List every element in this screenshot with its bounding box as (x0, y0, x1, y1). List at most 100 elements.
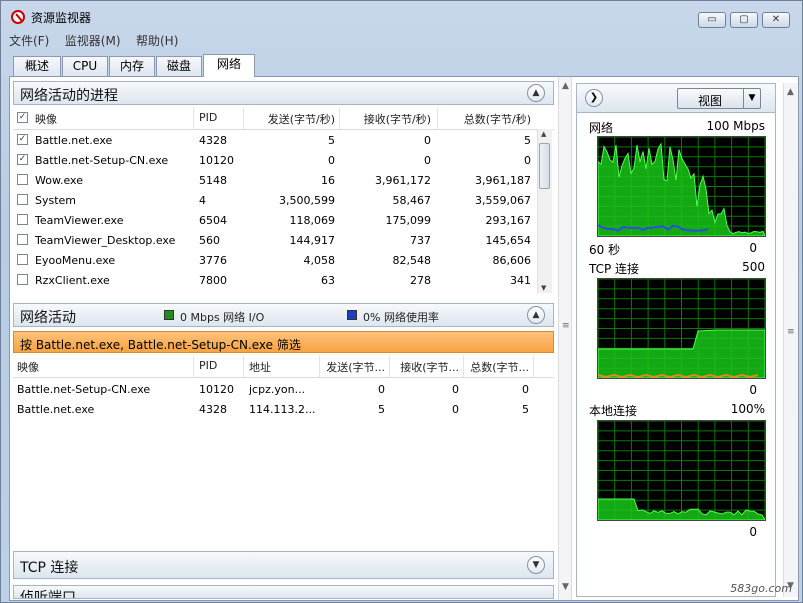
activity-row[interactable]: Battle.net-Setup-CN.exe 10120 jcpz.yon... 0… (13, 380, 535, 400)
process-checkbox[interactable] (17, 214, 28, 225)
column-recv[interactable]: 接收(字节/秒) (339, 111, 431, 127)
graph-network-timespan: 60 秒 (589, 243, 621, 257)
tab-cpu[interactable]: CPU (62, 56, 108, 76)
activity-send: 5 (378, 403, 385, 416)
scroll-down-icon[interactable]: ▼ (562, 582, 569, 592)
window-title: 资源监视器 (31, 11, 92, 25)
column-divider (193, 355, 194, 377)
process-total: 341 (510, 274, 531, 287)
column-divider (243, 355, 244, 377)
processes-section-header[interactable]: 网络活动的进程 ▲ (13, 81, 554, 105)
activity-image: Battle.net-Setup-CN.exe (17, 383, 151, 396)
process-total: 293,167 (485, 214, 532, 227)
column-total[interactable]: 总数(字节/秒) (437, 111, 531, 127)
maximize-button[interactable]: ▢ (730, 12, 758, 28)
graph-network-io-area (598, 142, 765, 236)
process-row[interactable]: System 4 3,500,599 58,467 3,559,067 (13, 191, 535, 211)
process-row[interactable]: TeamViewer_Desktop.exe 560 144,917 737 145,6… (13, 231, 535, 251)
menu-bar: 文件(F) 监视器(M) 帮助(H) (9, 31, 190, 51)
scroll-thumb[interactable] (539, 143, 550, 189)
column-send[interactable]: 发送(字节... (319, 359, 385, 375)
column-recv[interactable]: 接收(字节... (389, 359, 459, 375)
processes-scrollbar[interactable]: ▲ ▼ (537, 129, 552, 293)
column-pid[interactable]: PID (199, 359, 217, 372)
process-checkbox[interactable] (17, 234, 28, 245)
io-legend-swatch (164, 310, 174, 320)
activity-recv: 0 (452, 403, 459, 416)
graph-network-label: 网络 (589, 121, 614, 135)
process-pid: 7800 (199, 274, 227, 287)
process-total: 3,559,067 (475, 194, 531, 207)
column-total[interactable]: 总数(字节... (463, 359, 529, 375)
process-checkbox[interactable]: ✓ (17, 134, 28, 145)
graph-local-max: 100% (730, 402, 765, 416)
scroll-up-icon[interactable]: ▲ (787, 87, 794, 97)
menu-help[interactable]: 帮助(H) (136, 31, 178, 51)
column-pid[interactable]: PID (199, 111, 217, 124)
process-row[interactable]: ✓ Battle.net-Setup-CN.exe 10120 0 0 0 (13, 151, 535, 171)
graphs-scrollbar[interactable]: ▲ ≡ ▼ (783, 83, 798, 597)
tab-disk[interactable]: 磁盘 (156, 56, 202, 76)
scroll-down-icon[interactable]: ▼ (541, 284, 546, 292)
splitter-grip[interactable]: ≡ (787, 327, 795, 337)
tab-overview[interactable]: 概述 (13, 56, 61, 76)
process-pid: 3776 (199, 254, 227, 267)
column-image[interactable]: 映像 (17, 359, 39, 375)
process-recv: 58,467 (392, 194, 432, 207)
process-checkbox[interactable] (17, 274, 28, 285)
process-row[interactable]: TeamViewer.exe 6504 118,069 175,099 293,167 (13, 211, 535, 231)
process-row[interactable]: ✓ Battle.net.exe 4328 5 0 5 (13, 131, 535, 151)
process-checkbox[interactable]: ✓ (17, 154, 28, 165)
select-all-checkbox[interactable]: ✓ (17, 112, 28, 123)
menu-monitor[interactable]: 监视器(M) (65, 31, 121, 51)
minimize-button[interactable]: ▭ (698, 12, 726, 28)
process-image: RzxClient.exe (35, 274, 110, 287)
process-total: 5 (524, 134, 531, 147)
process-row[interactable]: EyooMenu.exe 3776 4,058 82,548 86,606 (13, 251, 535, 271)
process-image: Battle.net.exe (35, 134, 113, 147)
tab-network[interactable]: 网络 (203, 54, 255, 77)
scroll-up-icon[interactable]: ▲ (562, 81, 569, 91)
collapse-up-icon[interactable]: ▲ (527, 84, 545, 102)
process-pid: 4328 (199, 134, 227, 147)
expand-down-icon[interactable]: ▼ (527, 556, 545, 574)
activity-section-header[interactable]: 网络活动 0 Mbps 网络 I/O 0% 网络使用率 ▲ (13, 303, 554, 327)
collapse-up-icon[interactable]: ▲ (527, 306, 545, 324)
graph-tcp (597, 278, 766, 379)
tcp-section-header[interactable]: TCP 连接 ▼ (13, 551, 554, 579)
filter-bar[interactable]: 按 Battle.net.exe, Battle.net-Setup-CN.ex… (13, 331, 554, 353)
process-send: 144,917 (289, 234, 336, 247)
column-address[interactable]: 地址 (249, 359, 271, 375)
column-image[interactable]: 映像 (35, 111, 57, 127)
process-checkbox[interactable] (17, 174, 28, 185)
process-recv: 0 (424, 154, 431, 167)
splitter-grip[interactable]: ≡ (562, 321, 570, 331)
scroll-up-icon[interactable]: ▲ (541, 130, 546, 138)
view-button[interactable]: 视图 ▼ (677, 88, 761, 109)
process-send: 0 (328, 154, 335, 167)
process-checkbox[interactable] (17, 254, 28, 265)
menu-file[interactable]: 文件(F) (9, 31, 49, 51)
process-image: TeamViewer_Desktop.exe (35, 234, 176, 247)
tab-memory[interactable]: 内存 (109, 56, 155, 76)
chevron-down-icon[interactable]: ▼ (743, 89, 760, 108)
process-pid: 6504 (199, 214, 227, 227)
process-row[interactable]: Wow.exe 5148 16 3,961,172 3,961,187 (13, 171, 535, 191)
listen-section-header[interactable]: 侦听端口 (13, 585, 554, 599)
process-send: 63 (321, 274, 335, 287)
activity-address: 114.113.2... (249, 403, 316, 416)
activity-row[interactable]: Battle.net.exe 4328 114.113.2... 5 0 5 (13, 400, 535, 420)
graph-network (597, 136, 766, 237)
process-image: TeamViewer.exe (35, 214, 124, 227)
chevron-right-icon[interactable]: ❯ (585, 89, 603, 107)
column-send[interactable]: 发送(字节/秒) (243, 111, 335, 127)
tab-strip: 概述 CPU 内存 磁盘 网络 (9, 54, 799, 77)
panel-splitter[interactable]: ▲ ≡ ▼ (558, 77, 572, 600)
close-button[interactable]: ✕ (762, 12, 790, 28)
graph-network-max: 100 Mbps (706, 119, 765, 133)
resource-monitor-window: 资源监视器 ▭ ▢ ✕ 文件(F) 监视器(M) 帮助(H) 概述 CPU 内存… (0, 0, 803, 603)
process-checkbox[interactable] (17, 194, 28, 205)
process-row[interactable]: RzxClient.exe 7800 63 278 341 (13, 271, 535, 291)
graphs-header: ❯ 视图 ▼ (577, 84, 775, 113)
activity-pid: 10120 (199, 383, 234, 396)
